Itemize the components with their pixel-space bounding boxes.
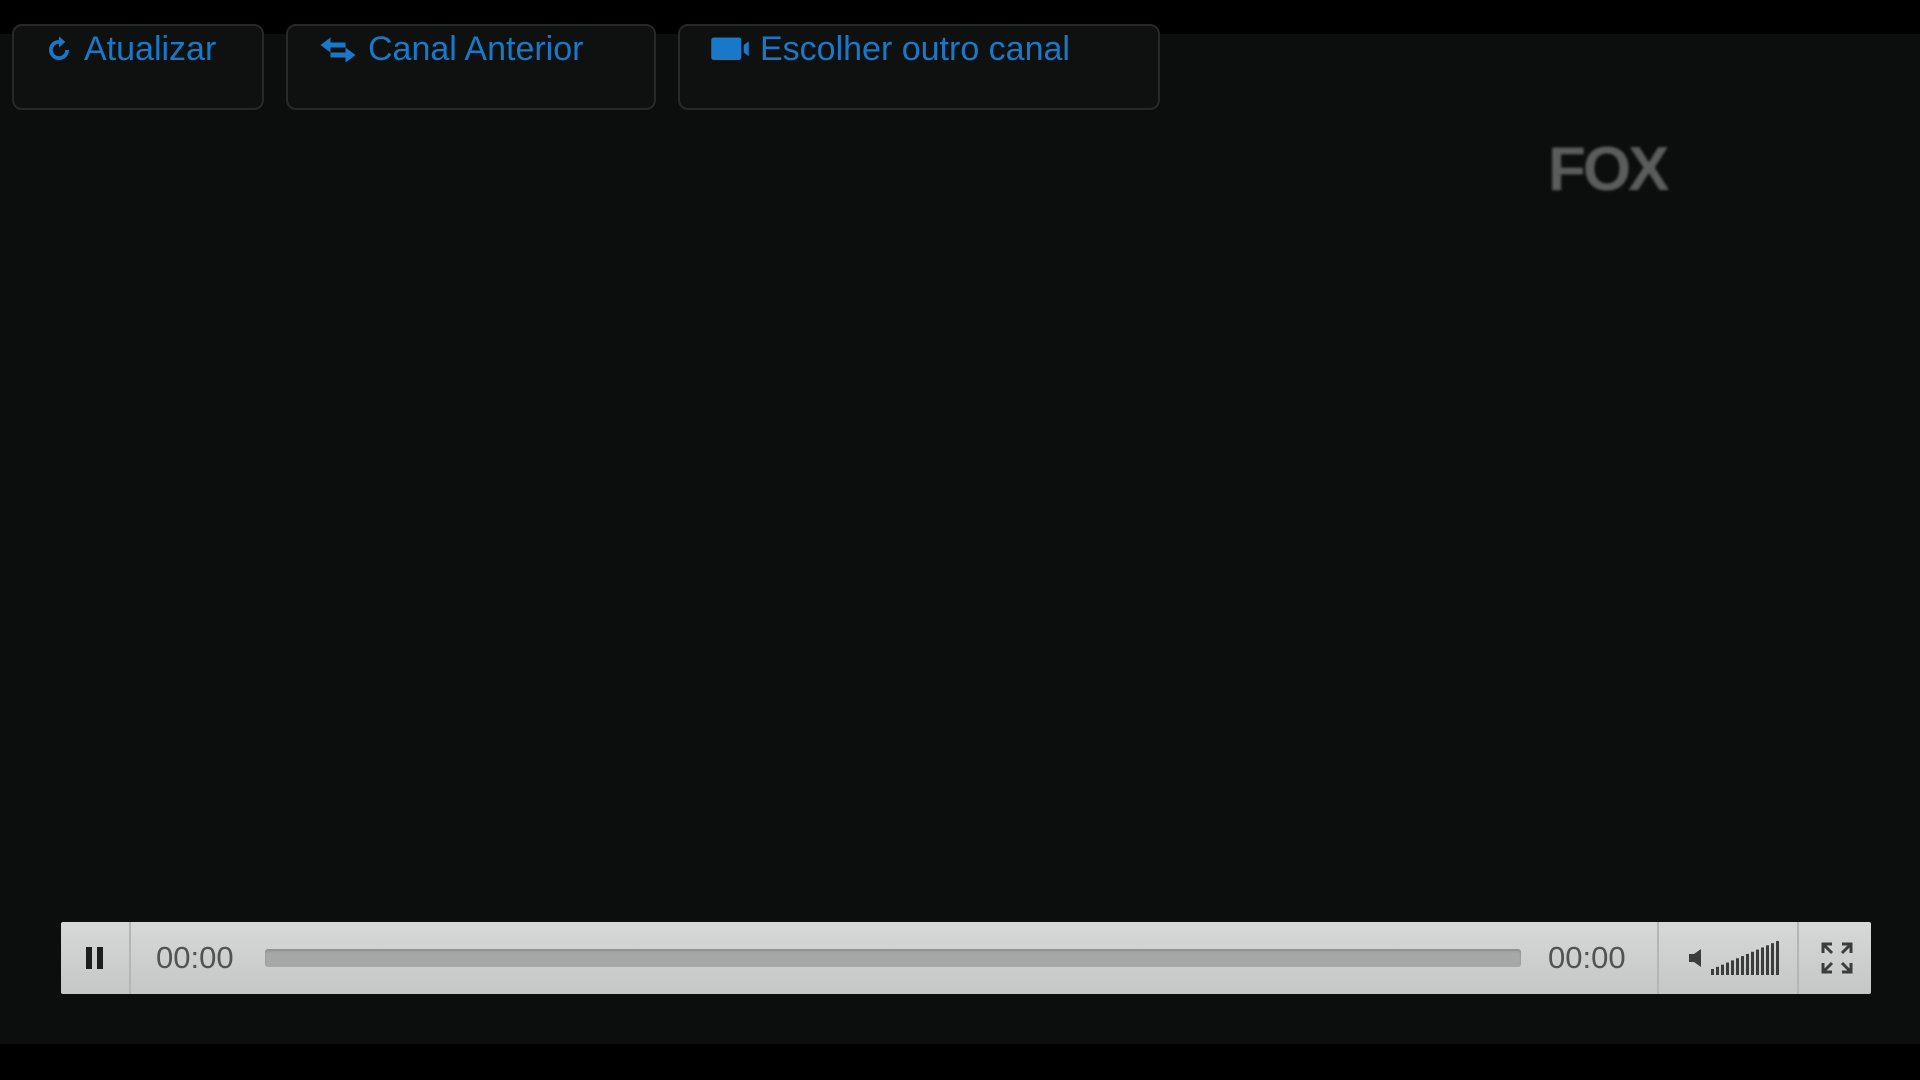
pause-icon <box>86 947 103 969</box>
divider <box>1657 922 1659 994</box>
volume-level-bar <box>1751 951 1754 975</box>
previous-channel-button[interactable]: Canal Anterior <box>286 24 656 110</box>
tv-icon <box>711 37 749 60</box>
volume-slider[interactable] <box>1711 940 1781 976</box>
choose-other-channel-button[interactable]: Escolher outro canal <box>678 24 1160 110</box>
volume-level-bar <box>1766 945 1769 975</box>
volume-level-bar <box>1761 947 1764 975</box>
video-player[interactable]: Atualizar Canal Anterior Escolher outro … <box>0 24 1920 1044</box>
current-time: 00:00 <box>156 940 234 975</box>
volume-level-bar <box>1771 943 1774 975</box>
divider <box>129 922 131 994</box>
player-controls: 00:00 00:00 <box>61 922 1871 994</box>
volume-level-bar <box>1711 969 1714 975</box>
refresh-button[interactable]: Atualizar <box>12 24 264 110</box>
volume-level-bar <box>1776 941 1779 975</box>
refresh-icon <box>49 35 69 60</box>
screen: Atualizar Canal Anterior Escolher outro … <box>0 0 1920 1080</box>
choose-other-channel-label: Escolher outro canal <box>760 30 1070 68</box>
fullscreen-icon <box>1821 942 1853 974</box>
channel-logo: FOX <box>1548 135 1669 204</box>
swap-icon <box>320 37 356 62</box>
volume-level-bar <box>1741 956 1744 975</box>
fullscreen-button[interactable] <box>1803 922 1871 994</box>
progress-bar[interactable] <box>265 949 1521 967</box>
previous-channel-label: Canal Anterior <box>368 30 584 68</box>
duration-time: 00:00 <box>1548 940 1626 975</box>
volume-level-bar <box>1721 964 1724 975</box>
mute-button[interactable] <box>1676 922 1716 994</box>
divider <box>1797 922 1799 994</box>
volume-level-bar <box>1746 953 1749 975</box>
refresh-label: Atualizar <box>84 30 217 68</box>
volume-level-bar <box>1736 958 1739 975</box>
speaker-icon <box>1689 949 1701 967</box>
pause-button[interactable] <box>61 922 129 994</box>
volume-level-bar <box>1726 962 1729 975</box>
volume-level-bar <box>1731 960 1734 975</box>
volume-level-bar <box>1716 966 1719 975</box>
volume-level-bar <box>1756 949 1759 975</box>
